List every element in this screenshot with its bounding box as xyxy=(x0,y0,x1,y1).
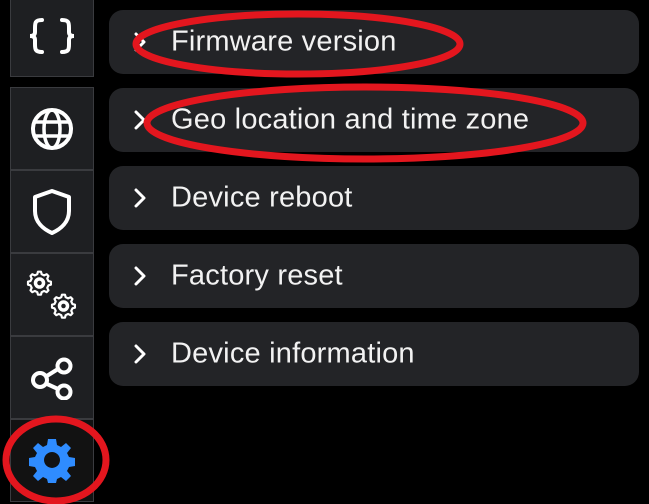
sidebar-item-network[interactable] xyxy=(10,87,94,170)
sidebar-item-security[interactable] xyxy=(10,170,94,253)
chevron-right-icon xyxy=(134,344,146,364)
chevron-right-icon xyxy=(134,32,146,52)
accordion-item-label: Firmware version xyxy=(171,25,397,58)
sidebar-item-connections[interactable] xyxy=(10,336,94,419)
accordion-item-device-information[interactable]: Device information xyxy=(109,322,639,386)
sidebar-item-code[interactable] xyxy=(10,0,94,77)
sidebar xyxy=(10,0,94,504)
sidebar-item-settings[interactable] xyxy=(10,419,94,502)
accordion-item-label: Geo location and time zone xyxy=(171,103,530,136)
accordion-item-label: Factory reset xyxy=(171,259,343,292)
chevron-right-icon xyxy=(134,188,146,208)
accordion-item-label: Device information xyxy=(171,337,415,370)
shield-icon xyxy=(30,187,74,237)
chevron-right-icon xyxy=(134,110,146,130)
share-nodes-icon xyxy=(28,356,76,400)
accordion-item-factory-reset[interactable]: Factory reset xyxy=(109,244,639,308)
gear-icon xyxy=(29,438,75,484)
settings-screen: Firmware version Geo location and time z… xyxy=(0,0,649,504)
accordion-item-device-reboot[interactable]: Device reboot xyxy=(109,166,639,230)
globe-icon xyxy=(29,106,75,152)
code-braces-icon xyxy=(24,16,80,56)
sidebar-item-services[interactable] xyxy=(10,253,94,336)
accordion-item-geo-location[interactable]: Geo location and time zone xyxy=(109,88,639,152)
accordion-item-label: Device reboot xyxy=(171,181,353,214)
gears-icon xyxy=(22,269,82,321)
accordion-item-firmware-version[interactable]: Firmware version xyxy=(109,10,639,74)
chevron-right-icon xyxy=(134,266,146,286)
